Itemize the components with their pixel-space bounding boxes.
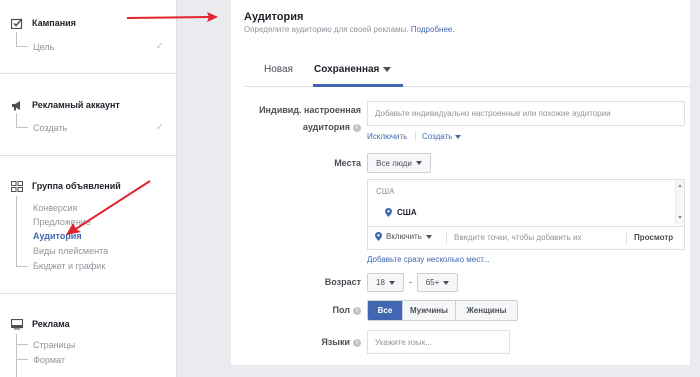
sidebar-item-budget[interactable]: Бюджет и график [33, 261, 105, 271]
checklist-icon [10, 17, 24, 29]
age-to-value: 65+ [425, 278, 440, 287]
age-from-value: 18 [376, 278, 385, 287]
page-subtitle: Определите аудиторию для своей рекламы. … [244, 25, 455, 34]
sidebar-item-placements[interactable]: Виды плейсмента [33, 246, 108, 256]
chevron-down-icon [415, 161, 422, 165]
custom-audience-input[interactable]: Добавьте индивидуально настроенные или п… [367, 101, 685, 126]
map-pin-icon [385, 208, 392, 217]
sidebar-ad-label: Реклама [32, 319, 70, 329]
languages-label: Языки i [291, 337, 361, 347]
tree-branch [16, 46, 28, 47]
tab-saved-label: Сохраненная [314, 64, 380, 75]
browse-button[interactable]: Просмотр [634, 233, 673, 242]
locations-type-label: Все люди [376, 158, 412, 168]
gutter-bottom [231, 365, 700, 377]
audience-tabs: Новая Сохраненная [244, 55, 690, 87]
info-icon[interactable]: i [353, 123, 361, 132]
age-to-dropdown[interactable]: 65+ [417, 273, 458, 292]
locations-box: США США Включить Введите точки, чтобы до… [367, 179, 685, 250]
country-header: США [376, 187, 395, 196]
map-pin-icon [375, 232, 382, 241]
gender-label-text: Пол [332, 305, 350, 315]
divider [0, 73, 177, 74]
locations-label: Места [334, 158, 361, 168]
tab-new[interactable]: Новая [264, 64, 293, 75]
selected-location-label: США [397, 208, 417, 217]
custom-audience-label: Индивид. настроенная аудитория i [251, 105, 361, 132]
sidebar-campaign-title[interactable]: Кампания [10, 17, 76, 29]
include-label: Включить [386, 232, 422, 241]
annotation-arrow-sidebar [66, 180, 151, 235]
age-range-dash: - [409, 277, 412, 287]
scroll-down-icon[interactable] [678, 216, 682, 219]
tree-line [16, 113, 17, 127]
languages-label-text: Языки [321, 337, 350, 347]
chevron-down-icon [455, 134, 462, 139]
gutter [177, 0, 231, 377]
separator [415, 131, 416, 141]
separator [446, 232, 447, 244]
languages-input[interactable]: Укажите язык... [367, 330, 510, 354]
check-icon: ✓ [155, 41, 164, 52]
separator [626, 232, 627, 244]
gender-option-women[interactable]: Женщины [456, 301, 517, 320]
gender-option-all[interactable]: Все [368, 301, 403, 320]
include-dropdown[interactable]: Включить [375, 232, 432, 241]
gender-option-men[interactable]: Мужчины [403, 301, 456, 320]
divider [0, 293, 177, 294]
gender-label: Пол i [291, 305, 361, 315]
info-icon[interactable]: i [353, 306, 361, 315]
page-title: Аудитория [244, 11, 304, 23]
sidebar-item-goal[interactable]: Цель [33, 42, 54, 52]
bulk-add-locations-link[interactable]: Добавьте сразу несколько мест... [367, 255, 490, 264]
scroll-up-icon[interactable] [678, 184, 682, 187]
info-icon[interactable]: i [353, 338, 361, 347]
sidebar-item-pages[interactable]: Страницы [33, 340, 75, 350]
sidebar-ad-account-title[interactable]: Рекламный аккаунт [10, 99, 120, 111]
location-add-row: Включить Введите точки, чтобы добавить и… [368, 226, 684, 249]
custom-audience-label-line1: Индивид. настроенная [259, 105, 361, 115]
chevron-down-icon [388, 280, 395, 285]
age-from-dropdown[interactable]: 18 [367, 273, 404, 292]
selected-location[interactable]: США [385, 208, 417, 217]
sidebar-item-format[interactable]: Формат [33, 355, 65, 365]
tree-line [16, 196, 17, 266]
chevron-down-icon [383, 66, 392, 72]
sidebar-ad-account-label: Рекламный аккаунт [32, 100, 120, 110]
gender-selector: Все Мужчины Женщины [367, 300, 518, 321]
tab-saved[interactable]: Сохраненная [314, 64, 392, 75]
tree-branch [16, 127, 28, 128]
divider [0, 155, 177, 156]
tree-line [16, 334, 17, 377]
tree-branch [16, 344, 28, 345]
check-icon: ✓ [155, 122, 164, 133]
tab-active-underline [313, 84, 403, 87]
gutter-right [690, 0, 700, 377]
monitor-icon [10, 318, 24, 330]
scrollbar[interactable] [675, 180, 684, 224]
tree-branch [16, 266, 28, 267]
custom-audience-label-line2: аудитория [302, 122, 350, 132]
chevron-down-icon [425, 234, 432, 239]
tree-branch [16, 359, 28, 360]
create-dropdown[interactable]: Создать [422, 132, 462, 141]
locations-type-dropdown[interactable]: Все люди [367, 153, 431, 173]
grid-icon [10, 180, 24, 192]
age-label: Возраст [324, 277, 361, 287]
create-label: Создать [422, 132, 453, 141]
subtitle-text: Определите аудиторию для своей рекламы. [244, 25, 409, 34]
sidebar-ad-title[interactable]: Реклама [10, 318, 70, 330]
exclude-link[interactable]: Исключить [367, 132, 407, 141]
location-search-input[interactable]: Введите точки, чтобы добавить их [454, 233, 582, 242]
tree-line [16, 32, 17, 46]
learn-more-link[interactable]: Подробнее. [411, 25, 455, 34]
annotation-arrow-top [126, 12, 218, 22]
megaphone-icon [10, 99, 24, 111]
audience-panel: Аудитория Определите аудиторию для своей… [231, 0, 690, 365]
sidebar-item-create[interactable]: Создать [33, 123, 67, 133]
chevron-down-icon [443, 280, 450, 285]
sidebar-campaign-label: Кампания [32, 18, 76, 28]
